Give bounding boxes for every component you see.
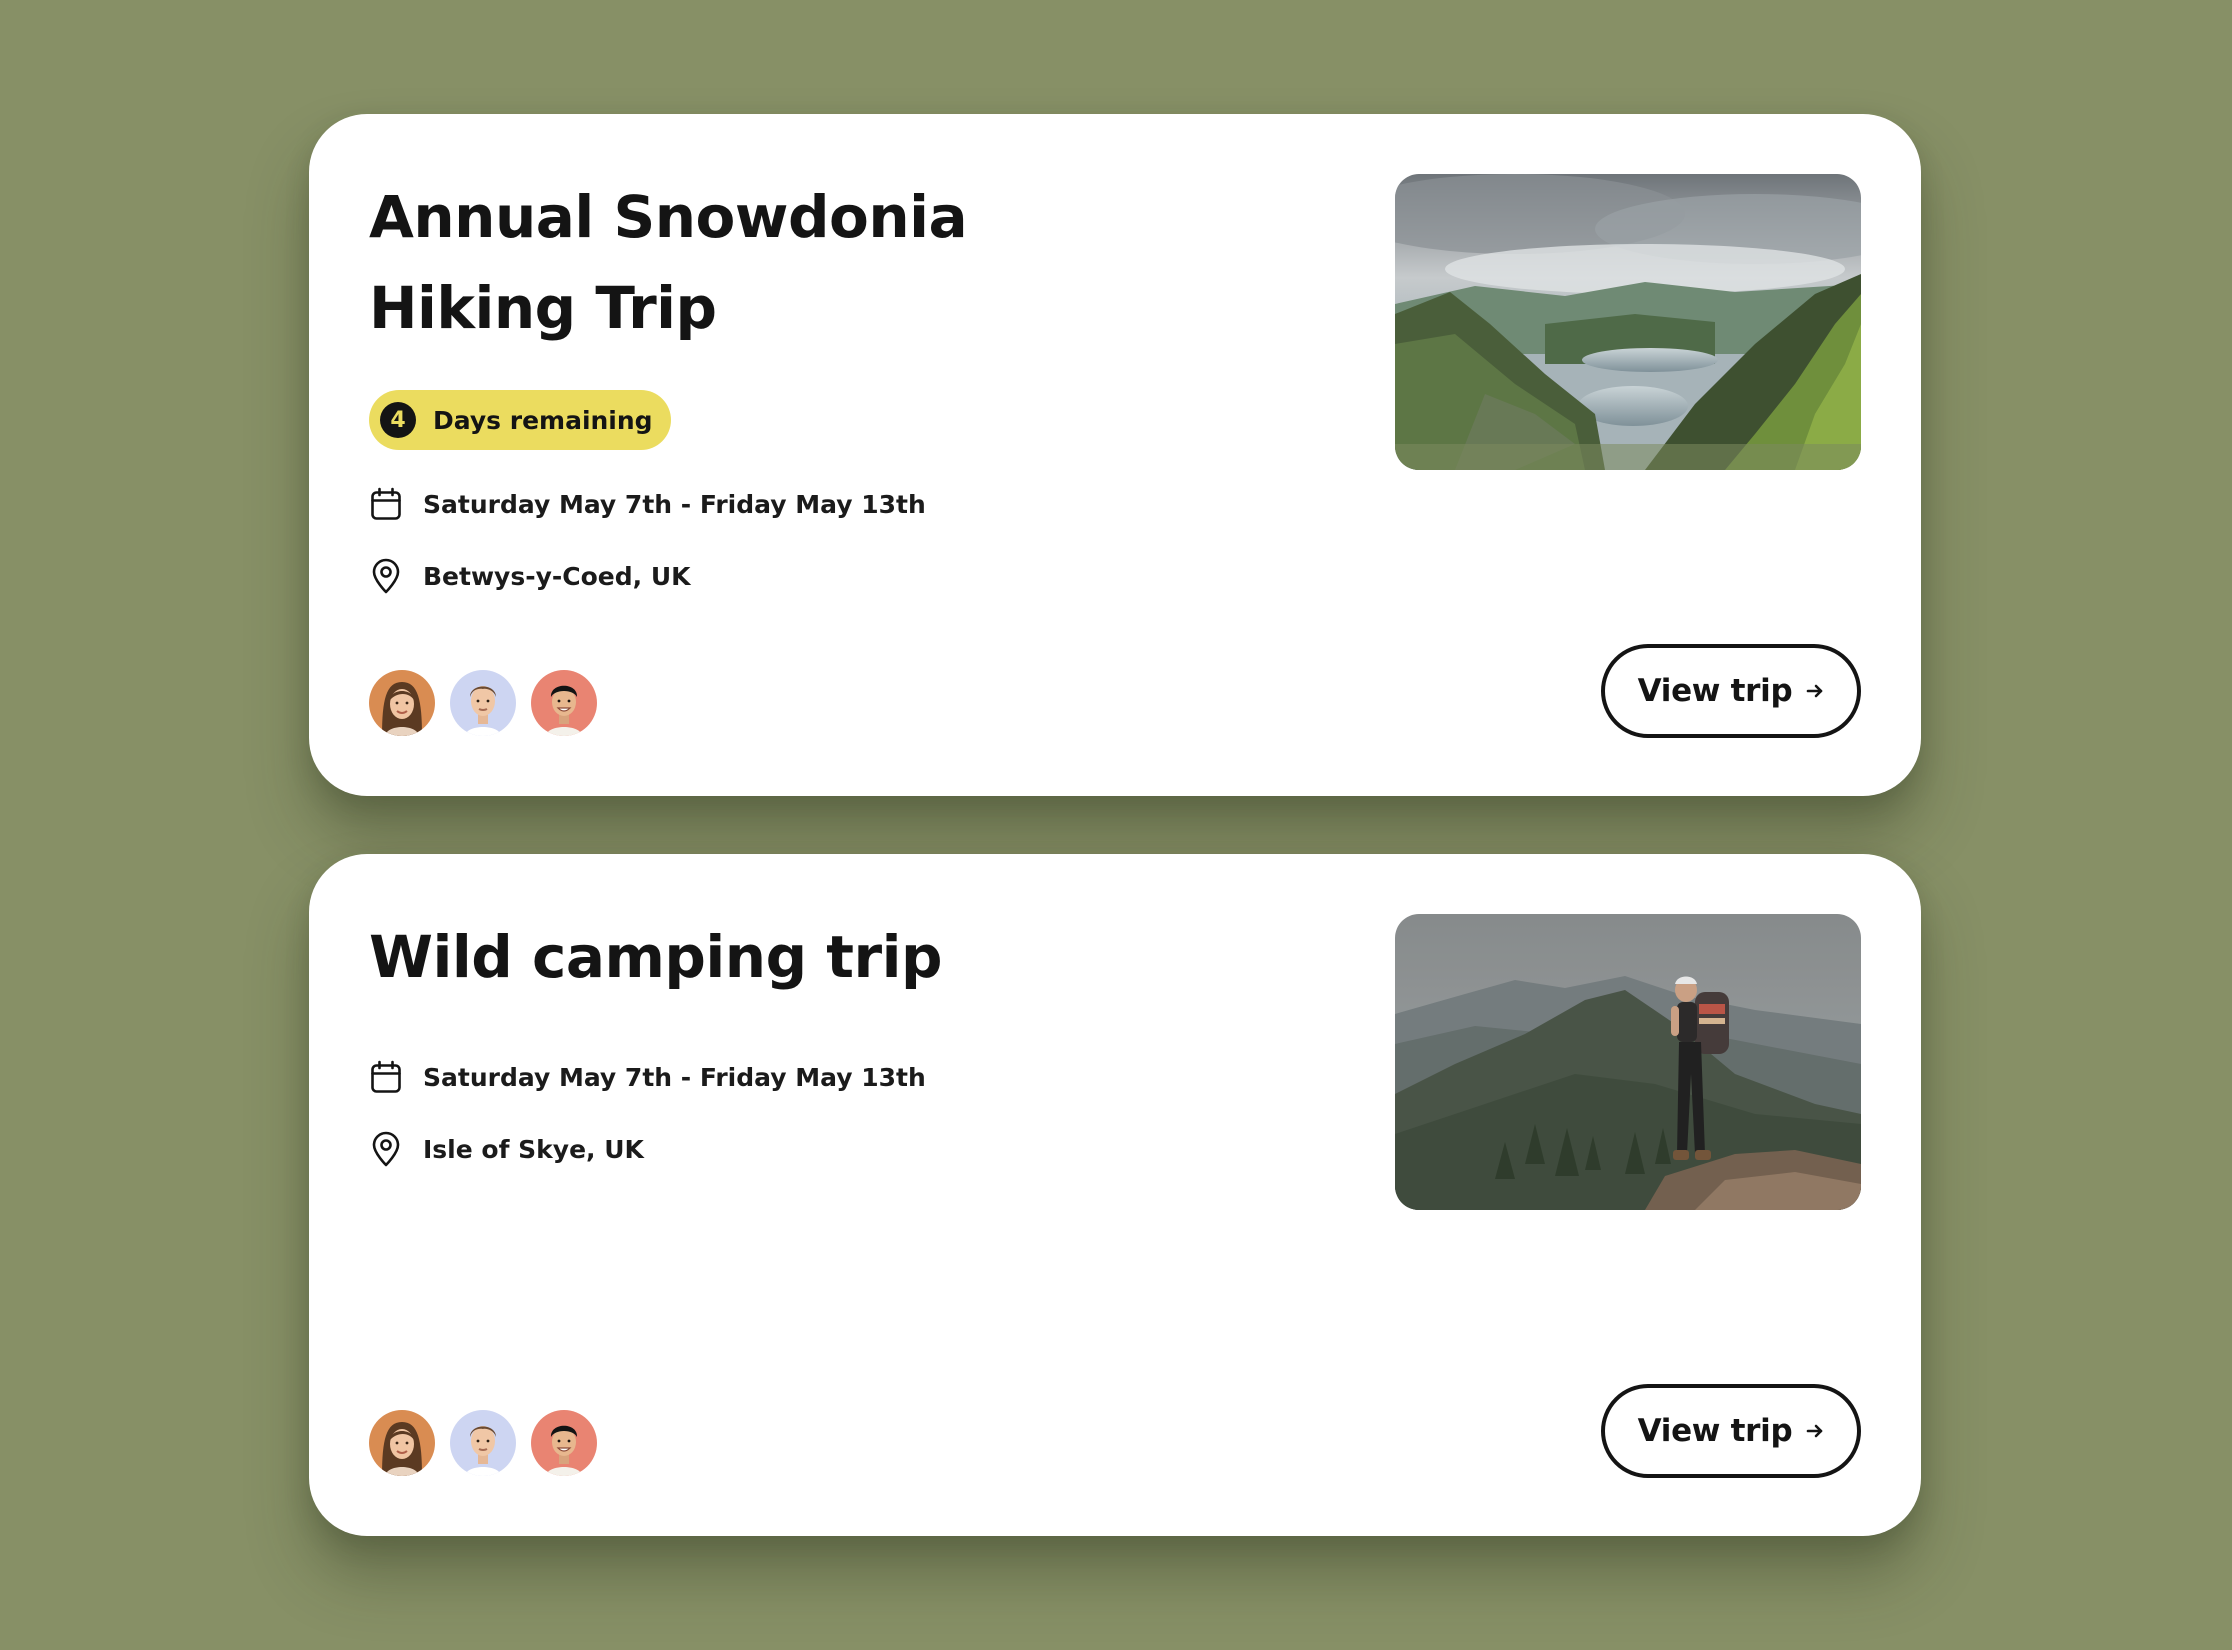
smiling-man-avatar[interactable] [531, 670, 597, 736]
trip-location-text: Betwys-y-Coed, UK [423, 561, 691, 591]
woman-avatar[interactable] [369, 670, 435, 736]
man-avatar[interactable] [450, 1410, 516, 1476]
trip-location: Isle of Skye, UK [369, 1129, 644, 1169]
mountain-lake-photo [1395, 174, 1861, 470]
view-trip-label: View trip [1637, 1413, 1793, 1449]
trip-location-text: Isle of Skye, UK [423, 1134, 644, 1164]
trip-location: Betwys-y-Coed, UK [369, 556, 691, 596]
days-remaining-badge: 4 Days remaining [369, 390, 671, 450]
smiling-man-avatar[interactable] [531, 1410, 597, 1476]
location-pin-icon [369, 558, 403, 594]
hiker-on-mountain-photo [1395, 914, 1861, 1210]
view-trip-button[interactable]: View trip [1601, 644, 1861, 738]
trip-card: Annual Snowdonia Hiking Trip 4 Days rema… [309, 114, 1921, 796]
view-trip-label: View trip [1637, 673, 1793, 709]
calendar-icon [369, 1060, 403, 1094]
view-trip-button[interactable]: View trip [1601, 1384, 1861, 1478]
woman-avatar[interactable] [369, 1410, 435, 1476]
arrow-right-icon [1806, 1422, 1824, 1440]
location-pin-icon [369, 1131, 403, 1167]
trip-dates: Saturday May 7th - Friday May 13th [369, 484, 926, 524]
trip-title: Annual Snowdonia Hiking Trip [369, 183, 968, 342]
participants [369, 1410, 612, 1476]
calendar-icon [369, 487, 403, 521]
trip-card: Wild camping trip Saturday May 7th - Fri… [309, 854, 1921, 1536]
trip-dates-text: Saturday May 7th - Friday May 13th [423, 489, 926, 519]
days-remaining-label: Days remaining [433, 405, 653, 435]
trip-title: Wild camping trip [369, 923, 943, 991]
trip-dates-text: Saturday May 7th - Friday May 13th [423, 1062, 926, 1092]
man-avatar[interactable] [450, 670, 516, 736]
participants [369, 670, 612, 736]
arrow-right-icon [1806, 682, 1824, 700]
days-remaining-count: 4 [380, 402, 416, 438]
trip-dates: Saturday May 7th - Friday May 13th [369, 1057, 926, 1097]
